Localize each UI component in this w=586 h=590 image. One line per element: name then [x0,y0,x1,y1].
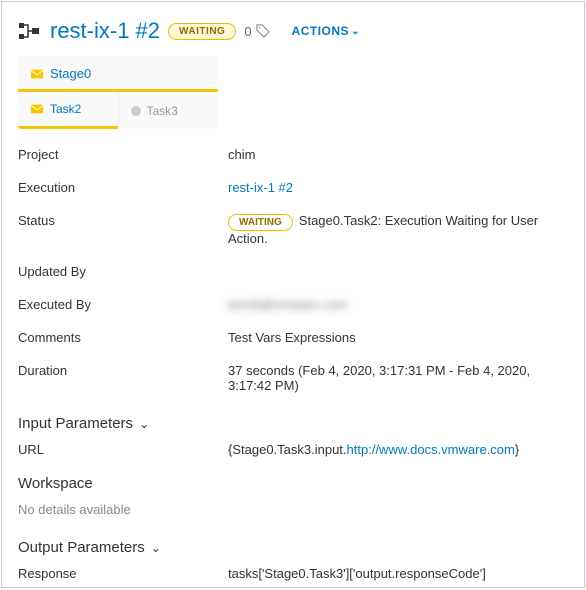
prop-label-executed-by: Executed By [18,297,228,312]
actions-dropdown[interactable]: ACTIONS ⌄ [292,24,360,38]
chevron-down-icon: ⌄ [351,26,360,37]
properties-grid: Project chim Execution rest-ix-1 #2 Stat… [18,147,568,393]
section-title: Output Parameters [18,539,145,556]
output-param-row: Response tasks['Stage0.Task3']['output.r… [18,566,568,581]
prop-label-project: Project [18,147,228,162]
prop-label-updated-by: Updated By [18,264,228,279]
prop-label-duration: Duration [18,363,228,378]
prop-value-duration: 37 seconds (Feb 4, 2020, 3:17:31 PM - Fe… [228,363,568,393]
stages-widget: Stage0 Task2 Task3 [18,56,218,129]
task-label: Task2 [50,102,81,116]
stage-header[interactable]: Stage0 [18,56,218,92]
prop-value-executed-by: kerrib@vmware.com [228,297,568,312]
tag-icon [256,24,270,38]
input-param-row: URL {Stage0.Task3.input.http://www.docs.… [18,442,568,457]
envelope-icon [30,102,44,116]
execution-detail-panel: rest-ix-1 #2 WAITING 0 ACTIONS ⌄ Stage0 [1,1,585,588]
input-param-label-url: URL [18,442,228,457]
output-param-value-response: tasks['Stage0.Task3']['output.responseCo… [228,566,568,581]
task-task3[interactable]: Task3 [118,92,219,129]
input-param-value-url: {Stage0.Task3.input.http://www.docs.vmwa… [228,442,568,457]
prop-value-project: chim [228,147,568,162]
url-link[interactable]: http://www.docs.vmware.com [347,442,515,457]
prop-value-execution: rest-ix-1 #2 [228,180,568,195]
prop-label-execution: Execution [18,180,228,195]
prop-label-comments: Comments [18,330,228,345]
status-badge: WAITING [168,23,236,40]
url-suffix: } [515,442,519,457]
section-title: Input Parameters [18,415,133,432]
section-input-parameters[interactable]: Input Parameters ⌄ [18,415,568,432]
task-task2[interactable]: Task2 [18,92,118,129]
chevron-down-icon: ⌄ [151,541,161,555]
pending-dot-icon [131,106,141,116]
stage-label: Stage0 [50,66,91,81]
prop-label-status: Status [18,213,228,228]
workspace-empty-text: No details available [18,502,568,517]
prop-value-comments: Test Vars Expressions [228,330,568,345]
envelope-icon [30,67,44,81]
output-param-label-response: Response [18,566,228,581]
section-output-parameters[interactable]: Output Parameters ⌄ [18,539,568,556]
tasks-row: Task2 Task3 [18,92,218,129]
url-prefix: {Stage0.Task3.input. [228,442,347,457]
execution-title-link[interactable]: rest-ix-1 #2 [50,18,160,44]
status-badge-inline: WAITING [228,214,293,231]
header-row: rest-ix-1 #2 WAITING 0 ACTIONS ⌄ [18,18,568,44]
tag-count-number: 0 [244,24,251,39]
section-title: Workspace [18,475,93,492]
actions-label: ACTIONS [292,24,350,38]
pipeline-icon [18,19,42,43]
execution-link[interactable]: rest-ix-1 #2 [228,180,293,195]
section-workspace: Workspace [18,475,568,492]
prop-value-status: WAITINGStage0.Task2: Execution Waiting f… [228,213,568,246]
tag-count[interactable]: 0 [244,24,269,39]
task-label: Task3 [147,104,178,118]
chevron-down-icon: ⌄ [139,417,149,431]
